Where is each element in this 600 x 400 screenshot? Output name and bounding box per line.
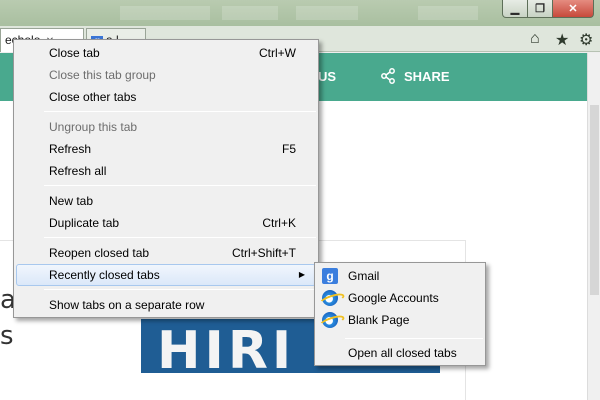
menu-item-label: Ungroup this tab — [49, 120, 138, 134]
menu-item-shortcut: Ctrl+K — [262, 216, 296, 230]
menu-item-recently-closed-tabs[interactable]: Recently closed tabs ▶ — [16, 264, 316, 286]
submenu-item-blank-page[interactable]: Blank Page — [317, 309, 483, 331]
nav-link-us[interactable]: US — [318, 69, 336, 84]
minimize-icon: ▁ — [510, 3, 520, 15]
menu-item-close-tab[interactable]: Close tab Ctrl+W — [16, 42, 316, 64]
maximize-icon: ❐ — [535, 3, 545, 15]
home-icon[interactable]: ⌂ — [530, 30, 540, 48]
menu-item-close-other-tabs[interactable]: Close other tabs — [16, 86, 316, 108]
submenu-arrow-icon: ▶ — [298, 270, 305, 279]
menu-item-duplicate-tab[interactable]: Duplicate tab Ctrl+K — [16, 212, 316, 234]
submenu-item-label: Gmail — [348, 269, 380, 283]
menu-item-ungroup-tab: Ungroup this tab — [16, 116, 316, 138]
menu-item-label: Refresh all — [49, 164, 107, 178]
menu-item-label: Reopen closed tab — [49, 246, 150, 260]
maximize-button[interactable]: ❐ — [527, 0, 553, 18]
article-heading-fragment: s — [0, 321, 14, 351]
submenu-item-label: Blank Page — [348, 313, 410, 327]
menu-item-shortcut: Ctrl+W — [259, 46, 296, 60]
share-button[interactable]: SHARE — [380, 68, 450, 84]
recently-closed-submenu: g Gmail Google Accounts Blank Page Open … — [314, 262, 486, 366]
tab-context-menu: Close tab Ctrl+W Close this tab group Cl… — [13, 39, 319, 318]
menu-item-label: Close this tab group — [49, 68, 156, 82]
menu-item-reopen-closed-tab[interactable]: Reopen closed tab Ctrl+Shift+T — [16, 242, 316, 264]
close-window-button[interactable]: ✕ — [552, 0, 594, 18]
menu-separator — [44, 289, 316, 290]
menu-item-label: Show tabs on a separate row — [49, 298, 205, 312]
title-bar: ▁ ❐ ✕ — [0, 0, 600, 26]
menu-separator — [345, 338, 483, 339]
menu-item-refresh[interactable]: Refresh F5 — [16, 138, 316, 160]
close-icon: ✕ — [568, 3, 578, 15]
google-icon: g — [322, 268, 338, 284]
submenu-item-label: Open all closed tabs — [348, 346, 457, 360]
submenu-item-google-accounts[interactable]: Google Accounts — [317, 287, 483, 309]
title-bar-blur — [120, 6, 210, 20]
hero-image-text: HIRI — [157, 321, 296, 373]
ie-icon — [322, 312, 338, 328]
scrollbar-thumb[interactable] — [590, 105, 599, 295]
title-bar-blur — [418, 6, 478, 20]
menu-item-new-tab[interactable]: New tab — [16, 190, 316, 212]
menu-item-shortcut: F5 — [281, 142, 296, 156]
menu-item-label: Close other tabs — [49, 90, 137, 104]
menu-item-show-tabs-separate-row[interactable]: Show tabs on a separate row — [16, 294, 316, 316]
share-label: SHARE — [404, 68, 450, 84]
menu-item-close-tab-group: Close this tab group — [16, 64, 316, 86]
menu-separator — [44, 185, 316, 186]
menu-separator — [44, 111, 316, 112]
minimize-button[interactable]: ▁ — [502, 0, 528, 18]
menu-separator — [44, 237, 316, 238]
menu-item-shortcut: Ctrl+Shift+T — [231, 246, 296, 260]
scrollbar[interactable] — [587, 53, 600, 400]
menu-item-label: Refresh — [49, 142, 92, 156]
menu-item-label: Duplicate tab — [49, 216, 120, 230]
gear-icon[interactable]: ⚙ — [579, 30, 593, 50]
submenu-item-gmail[interactable]: g Gmail — [317, 265, 483, 287]
favorites-star-icon[interactable]: ★ — [555, 30, 569, 50]
share-icon — [381, 68, 395, 84]
submenu-item-label: Google Accounts — [348, 291, 439, 305]
menu-item-label: Recently closed tabs — [49, 268, 160, 282]
ie-icon — [322, 290, 338, 306]
submenu-item-open-all-closed-tabs[interactable]: Open all closed tabs — [317, 342, 483, 364]
title-bar-blur — [222, 6, 278, 20]
title-bar-blur — [296, 6, 358, 20]
menu-item-label: Close tab — [49, 46, 100, 60]
menu-item-label: New tab — [49, 194, 94, 208]
menu-item-refresh-all[interactable]: Refresh all — [16, 160, 316, 182]
